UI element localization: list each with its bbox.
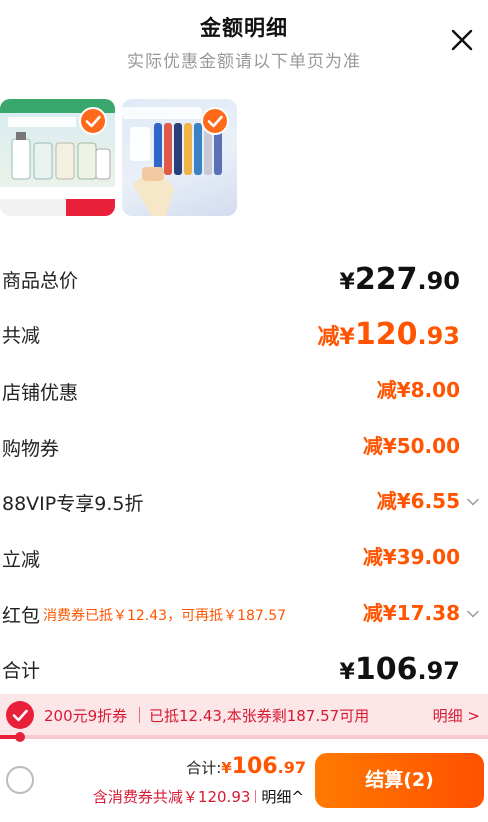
checkout-total: 合计:¥106.97 — [186, 754, 306, 779]
checkout-detail-link[interactable]: 明细^ — [261, 788, 304, 806]
total-reduce-label: 共减 — [2, 325, 41, 347]
shopping-coupon-value: 减¥50.00 — [362, 434, 460, 458]
redpack-note: 消费券已抵￥12.43，可再抵￥187.57 — [43, 608, 287, 624]
coupon-selected-check-icon[interactable] — [6, 701, 34, 729]
store-discount-value: 减¥8.00 — [376, 378, 460, 402]
row-instant-discount: 立减 减¥39.00 — [0, 537, 488, 577]
coupon-usage-knob — [14, 732, 25, 742]
row-subtotal: 商品总价 ¥227.90 — [0, 258, 488, 298]
select-all-radio[interactable] — [6, 766, 34, 794]
redpack-value: 减¥17.38 — [362, 601, 460, 625]
row-shopping-coupon: 购物券 减¥50.00 — [0, 426, 488, 466]
coupon-detail-link[interactable]: 明细 > — [433, 705, 480, 726]
subtotal-value: ¥227.90 — [339, 262, 460, 297]
coupon-detail: 已抵12.43,本张券剩187.57可用 — [149, 707, 370, 725]
row-total: 合计 ¥106.97 — [0, 648, 488, 688]
instant-discount-label: 立减 — [2, 549, 41, 571]
total-reduce-value: 减¥120.93 — [317, 317, 460, 352]
product-thumbnails — [0, 99, 488, 217]
page-subtitle: 实际优惠金额请以下单页为准 — [127, 52, 361, 72]
checkout-bar: 合计:¥106.97 含消费券共减￥120.93 明细^ 结算(2) — [0, 746, 488, 822]
page-title: 金额明细 — [200, 16, 288, 40]
settle-button[interactable]: 结算(2) — [315, 753, 484, 808]
checkout-discount: 含消费券共减￥120.93 明细^ — [92, 788, 304, 806]
shopping-coupon-label: 购物券 — [2, 438, 60, 460]
coupon-name: 200元9折券 — [44, 707, 128, 725]
coupon-divider — [139, 707, 140, 723]
product-thumb-toothbrush[interactable] — [122, 99, 237, 216]
chevron-down-icon[interactable] — [466, 607, 480, 621]
coupon-bar[interactable]: 200元9折券 已抵12.43,本张券剩187.57可用 明细 > — [0, 694, 488, 736]
subtotal-label: 商品总价 — [2, 270, 79, 292]
product-thumb-fragrance[interactable] — [0, 99, 115, 216]
vip-discount-value: 减¥6.55 — [376, 489, 460, 513]
chevron-down-icon[interactable] — [466, 495, 480, 509]
detail-header: 金额明细 实际优惠金额请以下单页为准 — [0, 0, 488, 80]
selected-check-icon — [79, 107, 107, 135]
instant-discount-value: 减¥39.00 — [362, 545, 460, 569]
row-total-reduce: 共减 减¥120.93 — [0, 313, 488, 353]
vip-discount-label: 88VIP专享9.5折 — [2, 493, 144, 515]
selected-check-icon — [201, 107, 229, 135]
store-discount-label: 店铺优惠 — [2, 382, 79, 404]
row-redpack[interactable]: 红包 消费券已抵￥12.43，可再抵￥187.57 减¥17.38 — [0, 593, 488, 633]
total-value: ¥106.97 — [339, 652, 460, 687]
redpack-label: 红包 — [2, 605, 41, 627]
coupon-usage-progress — [0, 732, 488, 742]
total-label: 合计 — [2, 660, 41, 682]
close-icon[interactable] — [450, 28, 474, 52]
row-store-discount: 店铺优惠 减¥8.00 — [0, 370, 488, 410]
row-vip-discount[interactable]: 88VIP专享9.5折 减¥6.55 — [0, 481, 488, 521]
